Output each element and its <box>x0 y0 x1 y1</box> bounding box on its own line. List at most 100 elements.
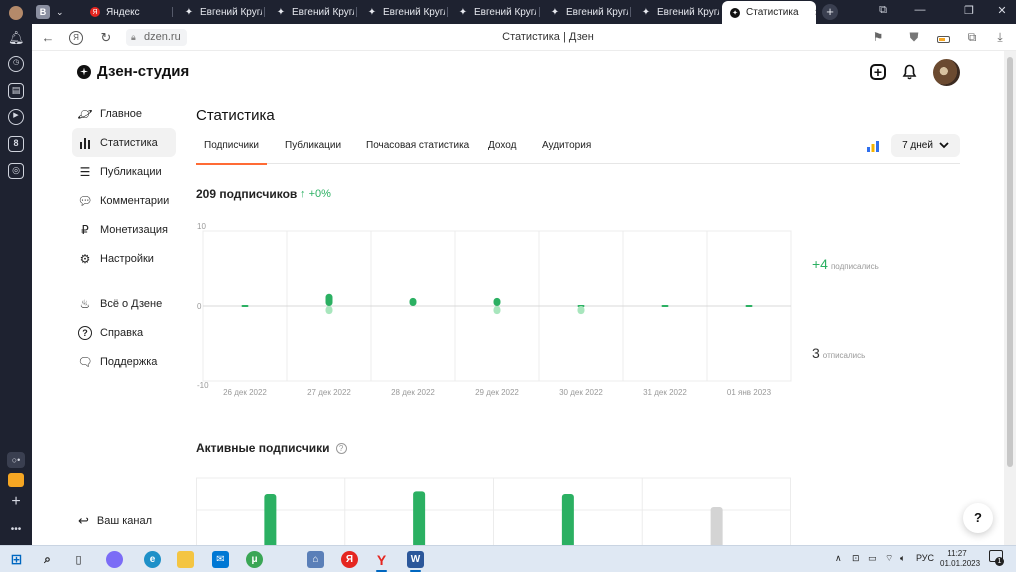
tab-publications[interactable]: Публикации <box>285 140 341 151</box>
alice-icon[interactable] <box>106 551 123 568</box>
tray-app-icon[interactable]: ⊡ <box>852 553 860 564</box>
notifications-bell-icon[interactable]: 🔔︎ <box>8 30 25 46</box>
tabs-overview-icon[interactable]: ⧉ <box>875 4 891 17</box>
word-icon[interactable]: W <box>407 551 424 572</box>
close-window-icon[interactable]: ✕ <box>994 4 1010 17</box>
subscribed-value: +4 <box>812 256 828 272</box>
nav-item-about-zen[interactable]: ♨ Всё о Дзене <box>72 289 176 318</box>
info-question-icon[interactable]: ? <box>335 442 347 454</box>
tray-wifi-icon[interactable]: ⌔ <box>885 553 893 564</box>
browser-tab[interactable]: Я Яндекс <box>82 2 164 22</box>
scrollbar-thumb[interactable] <box>1007 57 1013 467</box>
more-icon[interactable]: ••• <box>8 522 24 538</box>
screenshot-icon[interactable]: ◎ <box>8 163 24 179</box>
yandex-app-icon[interactable]: Я <box>341 551 358 568</box>
system-clock[interactable]: 11:27 01.01.2023 <box>940 549 980 569</box>
browser-tab[interactable]: ✦ Евгений Кругло <box>633 2 719 22</box>
windows-start-icon[interactable]: ⊞ <box>8 551 25 568</box>
mail-app-icon[interactable] <box>8 473 24 487</box>
tab-divider <box>172 7 173 17</box>
period-select[interactable]: 7 дней <box>891 134 960 157</box>
tab-divider <box>630 7 631 17</box>
nav-item-main[interactable]: 🪐︎ Главное <box>72 99 176 128</box>
mail-icon[interactable]: ✉ <box>212 551 229 568</box>
profile-avatar-icon[interactable] <box>9 6 23 20</box>
zen-star-icon: ✦ <box>550 6 560 18</box>
task-view-icon[interactable]: ▯ <box>70 551 87 568</box>
zen-studio-page: Дзен-студия + 🪐︎ Главное Статистика ☰ Пу… <box>32 51 1004 545</box>
bookmark-icon[interactable]: ⚑ <box>870 30 886 44</box>
nav-item-monetization[interactable]: ₽ Монетизация <box>72 215 176 244</box>
zen-star-icon: ✦ <box>458 6 468 18</box>
chat-icon: 🗨︎ <box>77 354 93 369</box>
browser-tab[interactable]: ✦ Евгений Кругло <box>359 2 445 22</box>
zen-star-icon: ✦ <box>641 6 651 18</box>
browser-tab[interactable]: ✦ Евгений Кругло <box>542 2 628 22</box>
chart-bar <box>561 494 574 545</box>
browser-tab[interactable]: ✦ Евгений Кругло <box>176 2 262 22</box>
search-icon[interactable]: ⌕ <box>39 551 56 568</box>
studio-sidebar-nav: 🪐︎ Главное Статистика ☰ Публикации 💬︎ Ко… <box>72 99 176 376</box>
browser-tab[interactable]: ✦ Евгений Кругло <box>450 2 536 22</box>
compare-bars-icon[interactable] <box>867 141 879 152</box>
tab-group-menu[interactable]: B ⌄ <box>32 2 70 22</box>
nav-item-help[interactable]: ? Справка <box>72 318 176 347</box>
tray-volume-icon[interactable]: 🔈︎ <box>900 553 905 564</box>
tray-chevron-up-icon[interactable]: ∧ <box>835 553 842 564</box>
tab-divider <box>447 7 448 17</box>
close-tab-icon[interactable]: × <box>815 7 816 19</box>
page-scrollbar[interactable] <box>1004 51 1016 545</box>
create-button[interactable]: + <box>867 61 889 83</box>
download-icon[interactable]: ⤓ <box>992 30 1008 45</box>
tray-battery-icon[interactable]: ▭ <box>868 553 877 564</box>
notification-center-button[interactable]: 1 <box>989 550 1004 566</box>
app-8-icon[interactable]: 8 <box>8 136 24 152</box>
tab-income[interactable]: Доход <box>488 140 516 151</box>
nav-item-label: Всё о Дзене <box>100 297 163 310</box>
edge-icon[interactable]: e <box>144 551 161 568</box>
x-tick-label: 26 дек 2022 <box>223 388 267 397</box>
add-panel-icon[interactable]: + <box>8 494 24 510</box>
tab-hourly-stats[interactable]: Почасовая статистика <box>366 140 469 151</box>
translate-icon[interactable]: ⧉ <box>964 30 980 45</box>
tab-subscribers[interactable]: Подписчики <box>195 140 268 165</box>
nav-item-settings[interactable]: ⚙ Настройки <box>72 244 176 273</box>
history-clock-icon[interactable]: ◷ <box>8 56 24 72</box>
keyboard-language[interactable]: РУС <box>916 553 934 563</box>
user-avatar[interactable] <box>933 59 960 86</box>
notifications-button[interactable] <box>898 61 920 83</box>
zen-studio-logo[interactable]: Дзен-студия <box>77 63 189 80</box>
zen-star-icon: ✦ <box>276 6 286 18</box>
network-app-icon[interactable]: ⌂ <box>307 551 324 568</box>
help-button[interactable]: ? <box>963 503 993 533</box>
nav-item-statistics[interactable]: Статистика <box>72 128 176 157</box>
nav-item-label: Справка <box>100 326 144 339</box>
x-tick-label: 31 дек 2022 <box>643 388 687 397</box>
file-explorer-icon[interactable] <box>177 551 194 568</box>
nav-item-comments[interactable]: 💬︎ Комментарии <box>72 186 176 215</box>
subscribers-chart: 10 0 -10 26 дек 2022 27 дек 2022 28 дек 2022 2… <box>197 222 792 397</box>
tab-label: Евгений Кругло <box>566 6 628 18</box>
restore-icon[interactable]: ❐ <box>961 4 977 17</box>
chart-bar <box>413 491 426 545</box>
your-channel-link[interactable]: ↩ Ваш канал <box>78 513 152 529</box>
protect-shield-icon[interactable]: ⛊ <box>906 30 922 45</box>
browser-tab-active[interactable]: ✦ Статистика × <box>722 1 816 24</box>
media-play-icon[interactable]: ▶ <box>8 109 24 125</box>
tab-audience[interactable]: Аудитория <box>542 140 591 151</box>
delta-value: +0% <box>308 188 331 200</box>
nav-item-support[interactable]: 🗨︎ Поддержка <box>72 347 176 376</box>
battery-icon[interactable] <box>935 30 951 44</box>
new-tab-button[interactable]: + <box>822 4 838 20</box>
collections-icon[interactable]: ▤ <box>8 83 24 99</box>
return-arrow-icon: ↩ <box>78 513 89 528</box>
yandex-browser-icon[interactable]: Y <box>373 551 390 572</box>
alice-app-icon[interactable]: ○• <box>7 452 25 468</box>
minimize-icon[interactable]: — <box>912 4 928 16</box>
nav-item-publications[interactable]: ☰ Публикации <box>72 157 176 186</box>
nav-item-label: Статистика <box>100 136 158 149</box>
tab-divider <box>264 7 265 17</box>
zen-star-icon: ✦ <box>184 6 194 18</box>
browser-tab[interactable]: ✦ Евгений Кругло <box>268 2 354 22</box>
torrent-icon[interactable]: μ <box>246 551 263 568</box>
